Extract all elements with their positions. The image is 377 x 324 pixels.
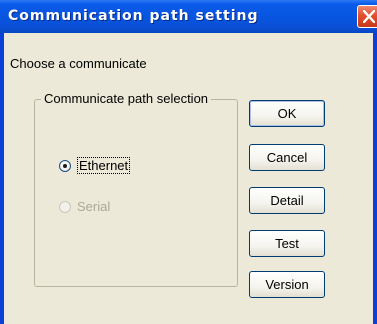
group-label: Communicate path selection <box>41 91 212 106</box>
serial-radio-label: Serial <box>77 199 111 214</box>
close-x-icon <box>363 10 375 23</box>
ethernet-radio-label: Ethernet <box>77 157 131 174</box>
instruction-text: Choose a communicate <box>10 56 147 71</box>
radio-unselected-icon <box>59 201 71 213</box>
title-bar[interactable]: Communication path setting <box>0 0 377 33</box>
test-button[interactable]: Test <box>249 230 325 257</box>
ok-button[interactable]: OK <box>249 100 325 127</box>
detail-button[interactable]: Detail <box>249 187 325 214</box>
radio-selected-icon <box>59 160 71 172</box>
close-button[interactable] <box>357 5 377 28</box>
window-title: Communication path setting <box>8 8 259 24</box>
dialog-body: Choose a communicate Communicate path se… <box>4 33 373 324</box>
version-button[interactable]: Version <box>249 271 325 298</box>
dialog-window: Communication path setting Choose a comm… <box>0 0 377 324</box>
communicate-path-group: Communicate path selection Ethernet Seri… <box>34 91 238 287</box>
cancel-button[interactable]: Cancel <box>249 144 325 171</box>
